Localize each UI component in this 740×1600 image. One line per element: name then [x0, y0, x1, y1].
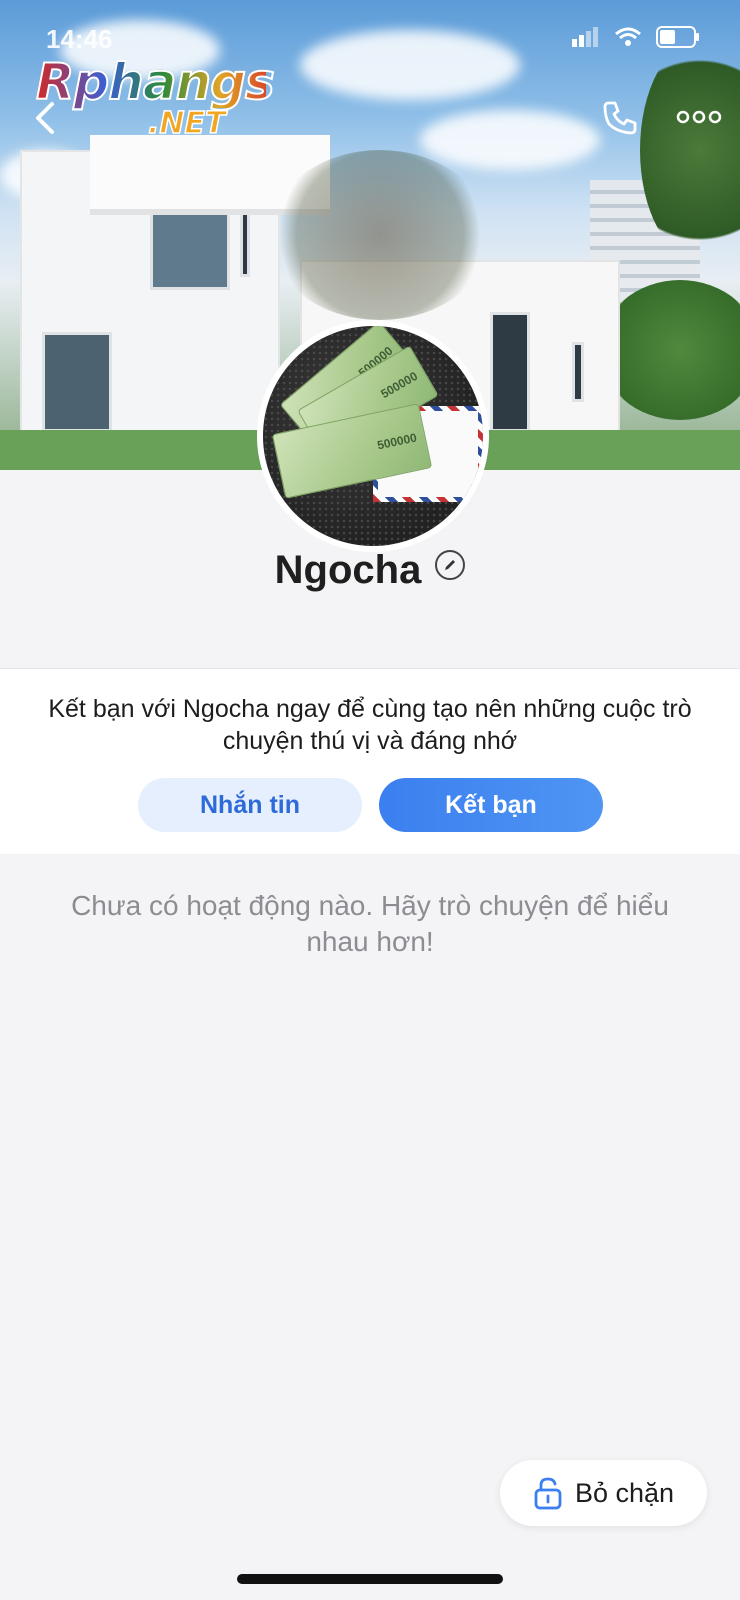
- status-time: 14:46: [46, 24, 113, 54]
- bush: [600, 280, 740, 420]
- more-button[interactable]: [676, 102, 722, 132]
- chevron-left-icon: [36, 102, 54, 134]
- back-button[interactable]: [28, 98, 62, 138]
- empty-activity-text: Chưa có hoạt động nào. Hãy trò chuyện để…: [71, 890, 669, 957]
- more-horizontal-icon: [676, 110, 722, 124]
- unblock-label: Bỏ chặn: [574, 1477, 675, 1508]
- signal-icon: [572, 27, 598, 47]
- add-friend-button[interactable]: Kết bạn: [379, 778, 603, 832]
- window: [42, 332, 112, 432]
- wifi-icon: [615, 27, 641, 46]
- battery-icon: [656, 26, 699, 48]
- phone-icon: [603, 101, 637, 135]
- cloud: [300, 30, 520, 100]
- unblock-button[interactable]: Bỏ chặn: [500, 1460, 707, 1526]
- avatar[interactable]: 500000 500000 500000: [257, 320, 489, 552]
- window: [572, 342, 584, 402]
- cloud: [420, 110, 600, 170]
- home-indicator[interactable]: [237, 1574, 503, 1584]
- call-button[interactable]: [600, 98, 640, 138]
- watermark-line2: .NET: [147, 105, 226, 142]
- edit-name-button[interactable]: [435, 549, 466, 580]
- invite-text: Kết bạn với Ngocha ngay để cùng tạo nên …: [48, 695, 692, 755]
- watermark-logo: Rphangs .NET: [35, 53, 276, 142]
- profile-name: Ngocha: [274, 548, 422, 592]
- banknote-value: 500000: [375, 430, 419, 453]
- frangipani-tree: [270, 150, 490, 320]
- pencil-icon: [445, 559, 456, 570]
- window: [490, 312, 530, 432]
- profile-name-row: Ngocha: [0, 548, 740, 593]
- watermark-line1: Rphangs: [35, 53, 276, 111]
- banknote-value: 500000: [378, 368, 420, 402]
- friend-invite-card: Kết bạn với Ngocha ngay để cùng tạo nên …: [0, 668, 740, 854]
- message-button[interactable]: Nhắn tin: [138, 778, 362, 832]
- window: [240, 207, 250, 277]
- unlock-icon: [534, 1477, 562, 1510]
- status-icons: [572, 26, 700, 48]
